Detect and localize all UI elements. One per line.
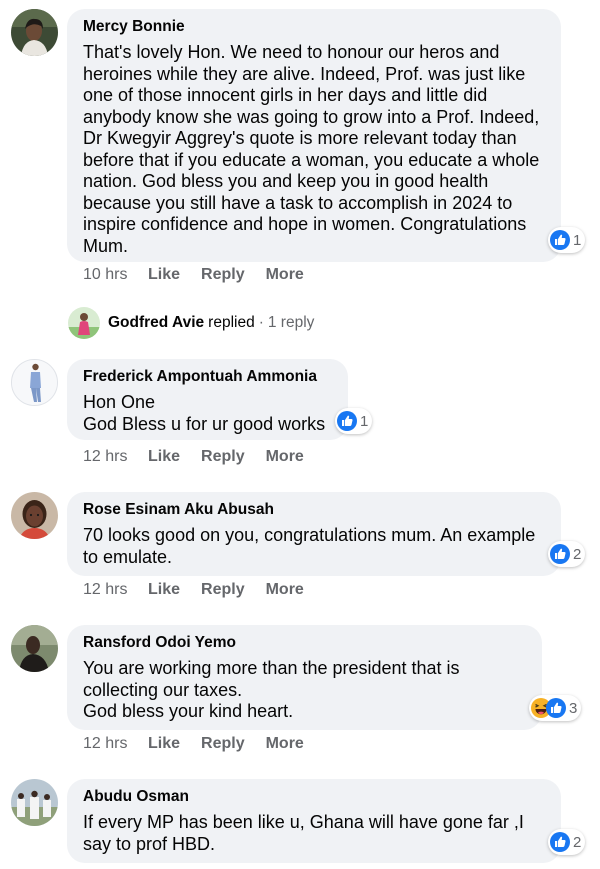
reaction-count: 2 <box>573 545 582 563</box>
comment-actions: 12 hrs Like Reply More <box>83 581 325 599</box>
comment-bubble: Ransford Odoi Yemo You are working more … <box>67 625 542 730</box>
comment-timestamp[interactable]: 10 hrs <box>83 266 148 284</box>
comment-bubble: Frederick Ampontuah Ammonia Hon One God … <box>67 359 348 440</box>
like-icon <box>550 230 570 250</box>
reply-button[interactable]: Reply <box>201 448 245 466</box>
reply-button[interactable]: Reply <box>201 266 245 284</box>
more-button[interactable]: More <box>266 448 304 466</box>
reply-author[interactable]: Godfred Avie <box>108 314 204 332</box>
reaction-count: 3 <box>569 699 578 717</box>
comment-actions: 12 hrs Like Reply More <box>83 735 325 753</box>
reply-button[interactable]: Reply <box>201 581 245 599</box>
comment-bubble: Abudu Osman If every MP has been like u,… <box>67 779 561 863</box>
comment-author[interactable]: Frederick Ampontuah Ammonia <box>83 367 332 387</box>
avatar[interactable] <box>11 9 58 56</box>
comment-bubble: Mercy Bonnie That's lovely Hon. We need … <box>67 9 561 262</box>
avatar <box>68 307 100 339</box>
like-icon <box>546 698 566 718</box>
reply-summary[interactable]: Godfred Avie replied · 1 reply <box>68 307 314 339</box>
reaction-summary[interactable]: 1 <box>335 408 373 434</box>
comment-text: You are working more than the president … <box>83 658 460 721</box>
reaction-count: 1 <box>573 231 582 249</box>
more-button[interactable]: More <box>266 735 304 753</box>
comment-actions: 10 hrs Like Reply More <box>83 266 325 284</box>
reaction-summary[interactable]: 2 <box>548 541 586 567</box>
like-icon <box>337 411 357 431</box>
reaction-summary[interactable]: 2 <box>548 829 586 855</box>
comment-timestamp[interactable]: 12 hrs <box>83 581 148 599</box>
comment-text: 70 looks good on you, congratulations mu… <box>83 525 536 567</box>
like-button[interactable]: Like <box>148 581 180 599</box>
comment-feed: Mercy Bonnie That's lovely Hon. We need … <box>0 0 600 869</box>
avatar[interactable] <box>11 779 58 826</box>
like-button[interactable]: Like <box>148 448 180 466</box>
reply-button[interactable]: Reply <box>201 735 245 753</box>
reaction-count: 2 <box>573 833 582 851</box>
comment-author[interactable]: Rose Esinam Aku Abusah <box>83 500 545 520</box>
more-button[interactable]: More <box>266 266 304 284</box>
like-icon <box>550 832 570 852</box>
avatar[interactable] <box>11 625 58 672</box>
like-icon <box>550 544 570 564</box>
more-button[interactable]: More <box>266 581 304 599</box>
reply-count[interactable]: 1 reply <box>268 314 315 332</box>
comment-timestamp[interactable]: 12 hrs <box>83 448 148 466</box>
comment-author[interactable]: Abudu Osman <box>83 787 545 807</box>
like-button[interactable]: Like <box>148 266 180 284</box>
comment-bubble: Rose Esinam Aku Abusah 70 looks good on … <box>67 492 561 576</box>
comment-text: That's lovely Hon. We need to honour our… <box>83 42 540 256</box>
avatar[interactable] <box>11 359 58 406</box>
comment-text: Hon One God Bless u for ur good works <box>83 392 326 434</box>
comment-actions: 12 hrs Like Reply More <box>83 448 325 466</box>
avatar[interactable] <box>11 492 58 539</box>
separator: · <box>258 314 264 331</box>
comment-text: If every MP has been like u, Ghana will … <box>83 812 524 854</box>
reaction-count: 1 <box>360 412 369 430</box>
comment-timestamp[interactable]: 12 hrs <box>83 735 148 753</box>
comment-author[interactable]: Mercy Bonnie <box>83 17 545 37</box>
reaction-summary[interactable]: 3 <box>529 695 582 721</box>
like-button[interactable]: Like <box>148 735 180 753</box>
reaction-summary[interactable]: 1 <box>548 227 586 253</box>
reply-verb: replied <box>208 314 255 331</box>
comment-author[interactable]: Ransford Odoi Yemo <box>83 633 526 653</box>
